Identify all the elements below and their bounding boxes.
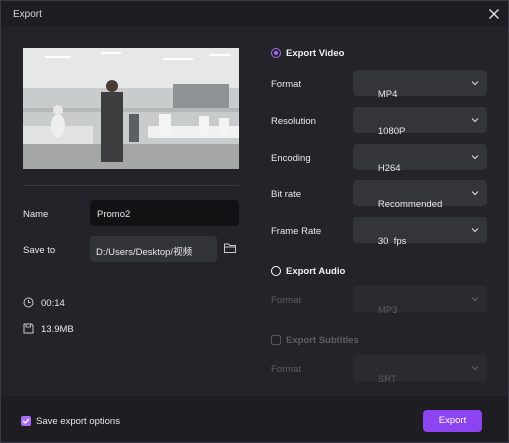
bitrate-value: Recommended <box>377 199 443 210</box>
framerate-value: 30 fps <box>377 236 407 247</box>
format-select[interactable]: MP4 <box>353 70 487 100</box>
export-video-title: Export Video <box>286 48 345 59</box>
framerate-label: Frame Rate <box>271 226 322 237</box>
audio-format-value: MP3 <box>377 305 398 316</box>
chevron-down-icon <box>471 116 479 124</box>
disk-icon <box>23 323 34 334</box>
subtitle-format-select[interactable]: SRT <box>353 355 487 385</box>
audio-format-select[interactable]: MP3 <box>353 286 487 316</box>
name-label: Name <box>23 209 49 220</box>
clock-icon <box>23 297 34 308</box>
chevron-down-icon <box>471 79 479 87</box>
save-path-field[interactable]: D:/Users/Desktop/视频 <box>90 236 217 262</box>
export-audio-radio[interactable] <box>271 266 281 276</box>
folder-icon[interactable] <box>223 241 237 255</box>
file-size-text: 13.9MB <box>41 324 74 335</box>
framerate-select[interactable]: 30 fps <box>353 217 487 247</box>
export-subtitles-title: Export Subtitles <box>286 335 359 346</box>
save-to-label: Save to <box>23 245 56 256</box>
export-video-radio[interactable] <box>271 48 281 58</box>
divider <box>23 185 239 186</box>
dialog-title: Export <box>13 9 42 20</box>
export-subtitles-checkbox[interactable] <box>271 335 281 345</box>
checkmark-icon <box>22 418 30 424</box>
export-button[interactable]: Export <box>423 410 482 432</box>
encoding-select[interactable]: H264 <box>353 144 487 174</box>
resolution-value: 1080P <box>377 126 406 137</box>
dialog-footer: Save export options Export <box>1 396 508 442</box>
close-icon[interactable] <box>486 6 502 22</box>
chevron-down-icon <box>471 153 479 161</box>
resolution-label: Resolution <box>271 116 316 127</box>
save-options-label: Save export options <box>36 416 120 427</box>
duration-text: 00:14 <box>41 298 65 309</box>
bitrate-label: Bit rate <box>271 189 302 200</box>
title-bar: Export <box>1 1 508 27</box>
chevron-down-icon <box>471 226 479 234</box>
chevron-down-icon <box>471 295 479 303</box>
chevron-down-icon <box>471 189 479 197</box>
export-audio-title: Export Audio <box>286 266 346 277</box>
export-dialog: Export Name Promo2 Save to D:/Users/Desk… <box>0 0 509 443</box>
format-value: MP4 <box>377 89 398 100</box>
name-input[interactable]: Promo2 <box>90 200 239 226</box>
subtitle-format-value: SRT <box>377 374 397 385</box>
format-label: Format <box>271 79 302 90</box>
encoding-value: H264 <box>377 163 401 174</box>
encoding-label: Encoding <box>271 153 311 164</box>
dialog-body: Name Promo2 Save to D:/Users/Desktop/视频 … <box>1 27 508 396</box>
resolution-select[interactable]: 1080P <box>353 107 487 137</box>
save-options-checkbox[interactable] <box>21 416 31 426</box>
bitrate-select[interactable]: Recommended <box>353 180 487 210</box>
audio-format-label: Format <box>271 295 302 306</box>
subtitle-format-label: Format <box>271 364 302 375</box>
chevron-down-icon <box>471 364 479 372</box>
video-preview <box>23 48 239 169</box>
